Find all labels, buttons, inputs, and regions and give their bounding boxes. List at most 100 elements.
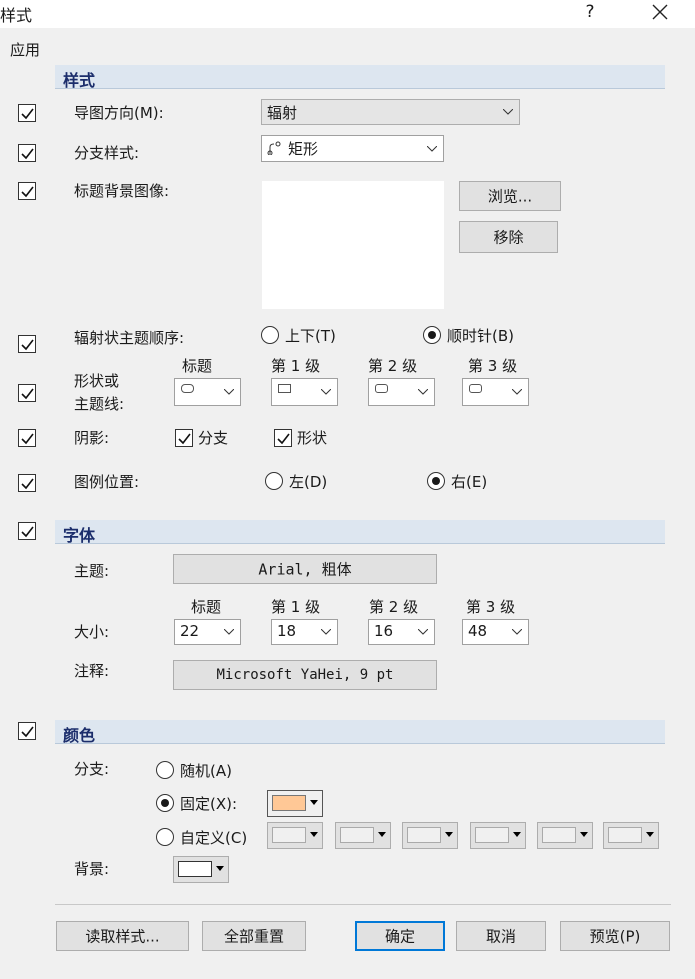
custom-color-swatch (407, 827, 441, 843)
order-clockwise-radio[interactable] (423, 326, 441, 344)
color-section-header: 颜色 (55, 720, 665, 745)
close-button[interactable] (646, 0, 674, 24)
legend-right-radio[interactable] (427, 472, 445, 490)
size-select-level2[interactable]: 16 (368, 619, 435, 645)
branch-style-checkbox[interactable] (18, 144, 36, 162)
cancel-button[interactable]: 取消 (456, 921, 546, 951)
font-section-title: 字体 (63, 526, 96, 545)
topic-font-label: 主题: (74, 562, 110, 580)
branch-color-label: 分支: (74, 760, 110, 778)
legend-left-label: 左(D) (289, 473, 328, 491)
reset-all-button[interactable]: 全部重置 (202, 921, 306, 951)
preview-label: 预览(P) (589, 927, 641, 946)
rounded-rect-shape-icon (469, 384, 482, 393)
check-icon (277, 433, 290, 445)
chevron-down-icon (321, 629, 331, 635)
level-header-1: 第 1 级 (271, 357, 321, 375)
custom-color-picker-6[interactable] (603, 822, 659, 849)
check-icon (21, 478, 34, 490)
shadow-branch-checkbox[interactable] (175, 429, 193, 447)
background-color-label: 背景: (74, 860, 110, 878)
topic-font-button[interactable]: Arial, 粗体 (173, 554, 437, 584)
custom-color-picker-2[interactable] (335, 822, 391, 849)
font-section-checkbox[interactable] (18, 522, 36, 540)
legend-pos-label: 图例位置: (74, 473, 140, 491)
dropdown-arrow-icon (445, 832, 453, 837)
topic-font-value: Arial, 粗体 (258, 560, 352, 579)
color-fixed-radio[interactable] (156, 794, 174, 812)
style-direction-checkbox[interactable] (18, 104, 36, 122)
check-icon (21, 186, 34, 198)
font-level-header-3: 第 3 级 (466, 598, 516, 616)
chevron-down-icon (427, 145, 437, 152)
chevron-down-icon (321, 389, 331, 395)
style-section-title: 样式 (63, 71, 96, 90)
legend-left-radio[interactable] (265, 472, 283, 490)
custom-color-picker-3[interactable] (402, 822, 458, 849)
custom-color-picker-5[interactable] (537, 822, 593, 849)
ok-button[interactable]: 确定 (355, 921, 445, 951)
radial-order-checkbox[interactable] (18, 335, 36, 353)
chevron-down-icon (418, 629, 428, 635)
color-fixed-label: 固定(X): (180, 795, 238, 813)
dropdown-arrow-icon (646, 832, 654, 837)
direction-label: 导图方向(M): (74, 104, 164, 122)
footer-divider (55, 904, 671, 905)
shape-select-level3[interactable] (462, 378, 529, 406)
note-font-value: Microsoft YaHei, 9 pt (216, 667, 394, 683)
color-custom-radio[interactable] (156, 828, 174, 846)
custom-color-picker-1[interactable] (267, 822, 323, 849)
apply-label: 应用 (10, 41, 41, 59)
size-select-level1[interactable]: 18 (271, 619, 338, 645)
note-font-label: 注释: (74, 662, 110, 680)
preview-button[interactable]: 预览(P) (560, 921, 670, 951)
check-icon (21, 433, 34, 445)
title-bg-checkbox[interactable] (18, 182, 36, 200)
close-icon (652, 4, 668, 20)
help-button[interactable]: ? (576, 0, 604, 24)
style-section-header: 样式 (55, 65, 665, 90)
rounded-rect-shape-icon (375, 384, 388, 393)
color-random-radio[interactable] (156, 761, 174, 779)
check-icon (21, 148, 34, 160)
fixed-color-picker[interactable] (267, 790, 323, 817)
color-section-checkbox[interactable] (18, 722, 36, 740)
check-icon (21, 388, 34, 400)
dropdown-arrow-icon (378, 832, 386, 837)
dropdown-arrow-icon (310, 800, 318, 805)
size-select-title[interactable]: 22 (174, 619, 241, 645)
shadow-shape-checkbox[interactable] (274, 429, 292, 447)
direction-value: 辐射 (267, 104, 298, 122)
custom-color-picker-4[interactable] (470, 822, 526, 849)
shape-select-level2[interactable] (368, 378, 435, 406)
order-updown-radio[interactable] (261, 326, 279, 344)
level-header-3: 第 3 级 (468, 357, 518, 375)
radial-order-label: 辐射状主题顺序: (74, 329, 185, 347)
order-updown-label: 上下(T) (285, 327, 336, 345)
level-header-2: 第 2 级 (368, 357, 418, 375)
check-icon (21, 726, 34, 738)
browse-label: 浏览... (487, 187, 533, 206)
branch-style-value: 矩形 (288, 140, 319, 158)
custom-color-swatch (542, 827, 576, 843)
note-font-button[interactable]: Microsoft YaHei, 9 pt (173, 660, 437, 690)
read-style-button[interactable]: 读取样式... (56, 921, 189, 951)
direction-select[interactable]: 辐射 (261, 99, 520, 125)
shadow-checkbox[interactable] (18, 429, 36, 447)
check-icon (21, 526, 34, 538)
shape-select-title[interactable] (174, 378, 241, 406)
shape-checkbox[interactable] (18, 384, 36, 402)
color-random-label: 随机(A) (180, 762, 232, 780)
shadow-branch-label: 分支 (198, 429, 229, 447)
size-select-level3[interactable]: 48 (462, 619, 529, 645)
legend-pos-checkbox[interactable] (18, 474, 36, 492)
browse-button[interactable]: 浏览... (459, 181, 561, 211)
remove-button[interactable]: 移除 (459, 221, 558, 253)
chevron-down-icon (418, 389, 428, 395)
shape-select-level1[interactable] (271, 378, 338, 406)
dropdown-arrow-icon (513, 832, 521, 837)
branch-style-select[interactable]: 矩形 (261, 135, 444, 162)
read-style-label: 读取样式... (85, 927, 160, 946)
cancel-label: 取消 (485, 927, 516, 946)
background-color-picker[interactable] (173, 856, 229, 883)
